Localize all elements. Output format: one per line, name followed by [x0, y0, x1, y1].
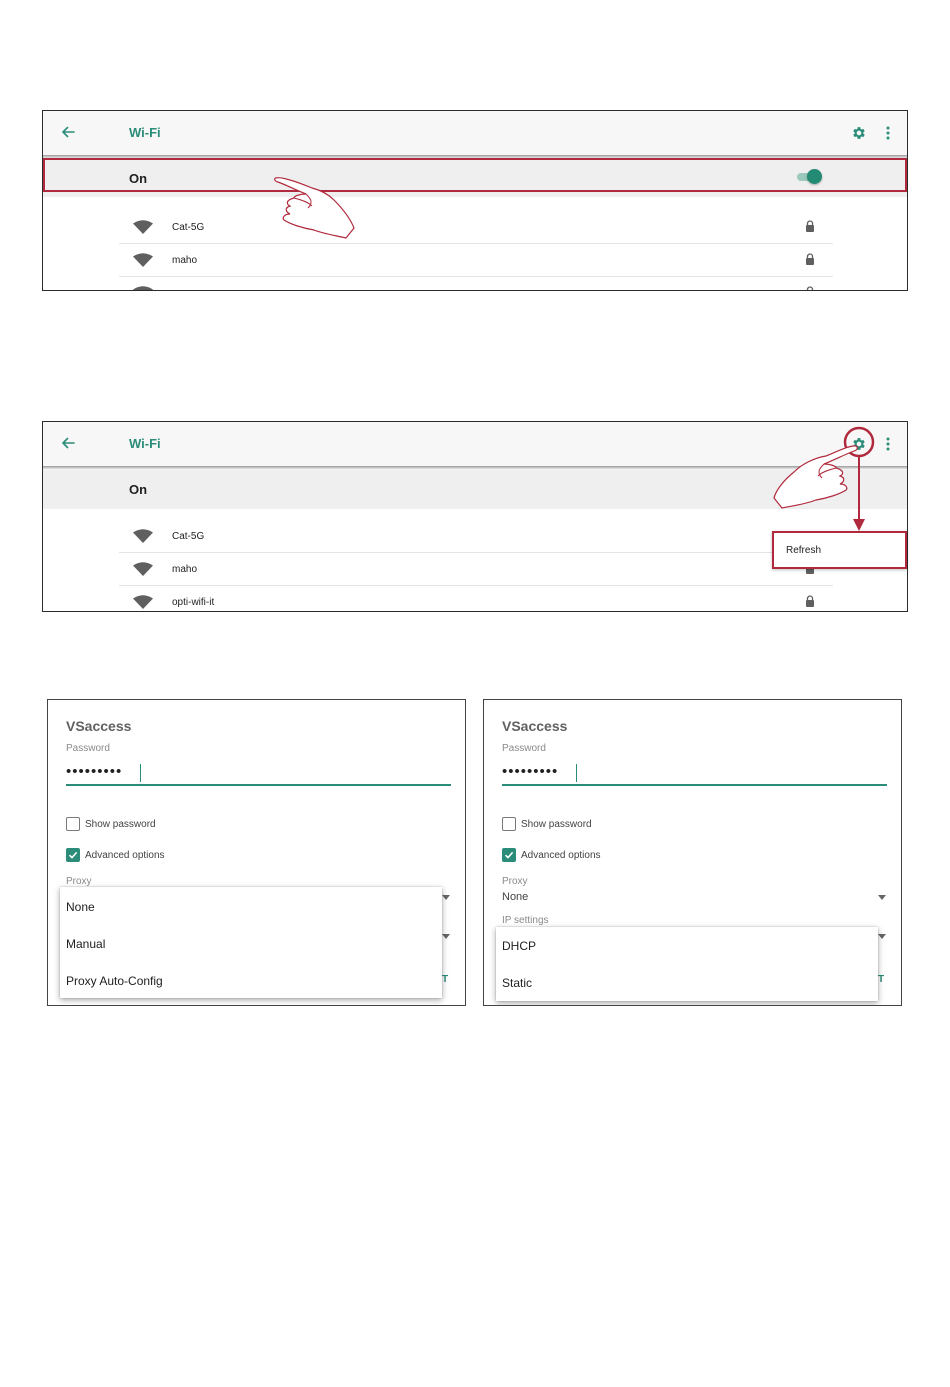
ip-settings-dropdown-list: DHCP Static: [496, 927, 878, 1001]
lock-icon: [806, 286, 814, 290]
show-password-checkbox[interactable]: [502, 817, 516, 831]
wifi-screen-toggle: Wi-Fi On Cat-5G maho: [42, 110, 908, 291]
network-row-partial[interactable]: [119, 277, 833, 290]
password-label: Password: [66, 743, 110, 754]
network-dialog-proxy: VSaccess Password ••••••••• Show passwor…: [47, 699, 466, 1006]
network-row-cat-5g[interactable]: Cat-5G: [119, 211, 833, 244]
network-dialog-ip-settings: VSaccess Password ••••••••• Show passwor…: [483, 699, 902, 1006]
proxy-label: Proxy: [502, 876, 528, 887]
gear-icon[interactable]: [851, 436, 867, 452]
advanced-options-label: Advanced options: [85, 850, 165, 861]
back-arrow-icon[interactable]: [59, 123, 77, 141]
more-vert-icon[interactable]: [883, 436, 893, 452]
app-bar: Wi-Fi: [43, 422, 907, 467]
proxy-option-auto-config[interactable]: Proxy Auto-Config: [66, 974, 163, 988]
proxy-option-manual[interactable]: Manual: [66, 937, 105, 951]
proxy-label: Proxy: [66, 876, 92, 887]
more-vert-icon[interactable]: [883, 125, 893, 141]
wifi-icon: [133, 253, 153, 267]
lock-icon: [806, 595, 814, 607]
dropdown-arrow-icon: [442, 895, 450, 900]
network-name: Cat-5G: [172, 531, 205, 542]
page-title: Wi-Fi: [129, 436, 161, 451]
password-underline: [66, 784, 451, 786]
wifi-icon: [133, 562, 153, 576]
ip-settings-label: IP settings: [502, 915, 549, 926]
advanced-options-label: Advanced options: [521, 850, 601, 861]
ip-option-dhcp[interactable]: DHCP: [502, 939, 536, 953]
network-name: opti-wifi-it: [172, 597, 215, 608]
ip-option-static[interactable]: Static: [502, 976, 532, 990]
wifi-screen-refresh: Wi-Fi On Cat-5G maho opti-wifi-it: [42, 421, 908, 612]
wifi-toggle-label: On: [129, 482, 148, 497]
hidden-button-edge: T: [442, 974, 449, 985]
network-row-maho[interactable]: maho: [119, 553, 833, 586]
show-password-checkbox[interactable]: [66, 817, 80, 831]
proxy-option-none[interactable]: None: [66, 900, 95, 914]
dropdown-arrow-icon[interactable]: [878, 895, 886, 900]
wifi-toggle-row[interactable]: On: [43, 470, 907, 509]
password-underline: [502, 784, 887, 786]
password-input[interactable]: •••••••••: [502, 763, 558, 780]
hidden-button-edge: T: [878, 974, 885, 985]
advanced-options-checkbox[interactable]: [502, 848, 516, 862]
dropdown-arrow-icon: [878, 934, 886, 939]
advanced-options-checkbox[interactable]: [66, 848, 80, 862]
network-name: Cat-5G: [172, 222, 205, 233]
text-caret: [140, 764, 141, 782]
proxy-dropdown-list: None Manual Proxy Auto-Config: [60, 887, 442, 998]
wifi-icon: [133, 595, 153, 609]
password-input[interactable]: •••••••••: [66, 763, 122, 780]
network-name-title: VSaccess: [66, 718, 132, 734]
wifi-icon: [133, 286, 153, 290]
page-title: Wi-Fi: [129, 125, 161, 140]
show-password-label: Show password: [521, 819, 592, 830]
back-arrow-icon[interactable]: [59, 434, 77, 452]
dropdown-arrow-icon: [442, 934, 450, 939]
network-name-title: VSaccess: [502, 718, 568, 734]
lock-icon: [806, 220, 814, 232]
proxy-select[interactable]: None: [502, 891, 528, 903]
refresh-menu-item[interactable]: Refresh: [786, 545, 821, 556]
show-password-label: Show password: [85, 819, 156, 830]
toggle-highlight-box: [43, 158, 907, 192]
wifi-icon: [133, 529, 153, 543]
app-bar: Wi-Fi: [43, 111, 907, 156]
gear-icon[interactable]: [851, 125, 867, 141]
network-name: maho: [172, 255, 198, 266]
network-row-cat-5g[interactable]: Cat-5G: [119, 520, 833, 553]
network-row-maho[interactable]: maho: [119, 244, 833, 277]
network-name: maho: [172, 564, 198, 575]
network-row-opti-wifi-it[interactable]: opti-wifi-it: [119, 586, 833, 611]
wifi-icon: [133, 220, 153, 234]
password-label: Password: [502, 743, 546, 754]
check-icon: [504, 851, 514, 859]
overflow-menu: Refresh: [772, 531, 907, 569]
check-icon: [68, 851, 78, 859]
lock-icon: [806, 253, 814, 265]
text-caret: [576, 764, 577, 782]
